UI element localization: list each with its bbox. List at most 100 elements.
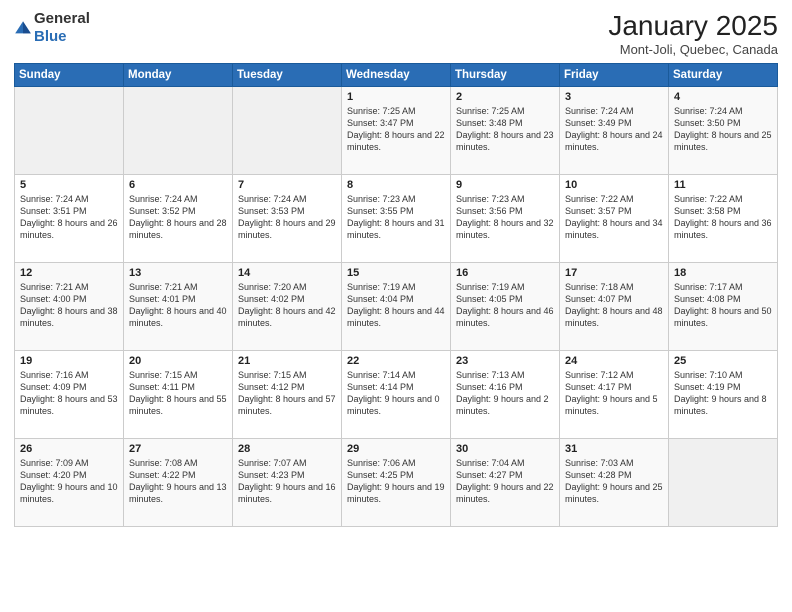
day-info: Sunrise: 7:10 AMSunset: 4:19 PMDaylight:… — [674, 369, 772, 418]
calendar-cell — [233, 87, 342, 175]
day-info: Sunrise: 7:24 AMSunset: 3:49 PMDaylight:… — [565, 105, 663, 154]
logo-general: General — [34, 10, 90, 27]
day-number: 4 — [674, 91, 772, 103]
day-number: 23 — [456, 355, 554, 367]
day-info: Sunrise: 7:18 AMSunset: 4:07 PMDaylight:… — [565, 281, 663, 330]
day-info: Sunrise: 7:07 AMSunset: 4:23 PMDaylight:… — [238, 457, 336, 506]
day-number: 18 — [674, 267, 772, 279]
calendar-cell: 10 Sunrise: 7:22 AMSunset: 3:57 PMDayligh… — [560, 175, 669, 263]
day-number: 29 — [347, 443, 445, 455]
day-number: 8 — [347, 179, 445, 191]
day-info: Sunrise: 7:24 AMSunset: 3:52 PMDaylight:… — [129, 193, 227, 242]
calendar-cell: 24Sunrise: 7:12 AMSunset: 4:17 PMDayligh… — [560, 351, 669, 439]
col-sunday: Sunday — [15, 64, 124, 87]
day-info: Sunrise: 7:08 AMSunset: 4:22 PMDaylight:… — [129, 457, 227, 506]
week-row-5: 26 Sunrise: 7:09 AMSunset: 4:20 PMDayligh… — [15, 439, 778, 527]
calendar-cell: 11 Sunrise: 7:22 AMSunset: 3:58 PMDayligh… — [669, 175, 778, 263]
week-row-2: 5 Sunrise: 7:24 AMSunset: 3:51 PMDaylight… — [15, 175, 778, 263]
day-number: 11 — [674, 179, 772, 191]
day-info: Sunrise: 7:23 AMSunset: 3:55 PMDaylight:… — [347, 193, 445, 242]
week-row-1: 1Sunrise: 7:25 AMSunset: 3:47 PMDaylight… — [15, 87, 778, 175]
day-number: 3 — [565, 91, 663, 103]
day-info: Sunrise: 7:04 AMSunset: 4:27 PMDaylight:… — [456, 457, 554, 506]
calendar-cell: 15 Sunrise: 7:19 AMSunset: 4:04 PMDayligh… — [342, 263, 451, 351]
day-number: 17 — [565, 267, 663, 279]
calendar-cell: 27 Sunrise: 7:08 AMSunset: 4:22 PMDayligh… — [124, 439, 233, 527]
day-number: 14 — [238, 267, 336, 279]
day-number: 20 — [129, 355, 227, 367]
day-number: 9 — [456, 179, 554, 191]
day-number: 30 — [456, 443, 554, 455]
day-number: 19 — [20, 355, 118, 367]
day-number: 2 — [456, 91, 554, 103]
day-info: Sunrise: 7:03 AMSunset: 4:28 PMDaylight:… — [565, 457, 663, 506]
calendar-cell: 23 Sunrise: 7:13 AMSunset: 4:16 PMDayligh… — [451, 351, 560, 439]
calendar-cell: 4 Sunrise: 7:24 AMSunset: 3:50 PMDaylight… — [669, 87, 778, 175]
calendar-cell: 7Sunrise: 7:24 AMSunset: 3:53 PMDaylight… — [233, 175, 342, 263]
calendar-cell: 30 Sunrise: 7:04 AMSunset: 4:27 PMDayligh… — [451, 439, 560, 527]
calendar-cell: 19 Sunrise: 7:16 AMSunset: 4:09 PMDayligh… — [15, 351, 124, 439]
calendar-cell: 16 Sunrise: 7:19 AMSunset: 4:05 PMDayligh… — [451, 263, 560, 351]
day-info: Sunrise: 7:25 AMSunset: 3:48 PMDaylight:… — [456, 105, 554, 154]
day-number: 25 — [674, 355, 772, 367]
day-info: Sunrise: 7:15 AMSunset: 4:11 PMDaylight:… — [129, 369, 227, 418]
day-number: 21 — [238, 355, 336, 367]
day-info: Sunrise: 7:21 AMSunset: 4:01 PMDaylight:… — [129, 281, 227, 330]
day-number: 6 — [129, 179, 227, 191]
day-number: 5 — [20, 179, 118, 191]
day-info: Sunrise: 7:24 AMSunset: 3:50 PMDaylight:… — [674, 105, 772, 154]
day-info: Sunrise: 7:16 AMSunset: 4:09 PMDaylight:… — [20, 369, 118, 418]
calendar-cell: 3 Sunrise: 7:24 AMSunset: 3:49 PMDaylight… — [560, 87, 669, 175]
day-number: 10 — [565, 179, 663, 191]
logo-blue: Blue — [34, 28, 67, 45]
calendar-cell: 28 Sunrise: 7:07 AMSunset: 4:23 PMDayligh… — [233, 439, 342, 527]
page-container: General Blue January 2025 Mont-Joli, Que… — [0, 0, 792, 535]
day-number: 12 — [20, 267, 118, 279]
day-number: 26 — [20, 443, 118, 455]
calendar-cell: 14Sunrise: 7:20 AMSunset: 4:02 PMDayligh… — [233, 263, 342, 351]
calendar-cell: 6 Sunrise: 7:24 AMSunset: 3:52 PMDaylight… — [124, 175, 233, 263]
day-info: Sunrise: 7:19 AMSunset: 4:05 PMDaylight:… — [456, 281, 554, 330]
day-info: Sunrise: 7:23 AMSunset: 3:56 PMDaylight:… — [456, 193, 554, 242]
day-info: Sunrise: 7:12 AMSunset: 4:17 PMDaylight:… — [565, 369, 663, 418]
calendar-cell: 12Sunrise: 7:21 AMSunset: 4:00 PMDayligh… — [15, 263, 124, 351]
calendar-table: Sunday Monday Tuesday Wednesday Thursday… — [14, 63, 778, 527]
calendar-cell — [669, 439, 778, 527]
day-info: Sunrise: 7:22 AMSunset: 3:58 PMDaylight:… — [674, 193, 772, 242]
logo-icon — [14, 19, 32, 37]
calendar-cell: 31Sunrise: 7:03 AMSunset: 4:28 PMDayligh… — [560, 439, 669, 527]
day-number: 13 — [129, 267, 227, 279]
calendar-cell — [15, 87, 124, 175]
day-number: 7 — [238, 179, 336, 191]
calendar-cell: 20 Sunrise: 7:15 AMSunset: 4:11 PMDayligh… — [124, 351, 233, 439]
col-thursday: Thursday — [451, 64, 560, 87]
col-wednesday: Wednesday — [342, 64, 451, 87]
month-year: January 2025 — [608, 10, 778, 42]
location: Mont-Joli, Quebec, Canada — [608, 42, 778, 57]
day-number: 16 — [456, 267, 554, 279]
day-number: 15 — [347, 267, 445, 279]
day-info: Sunrise: 7:25 AMSunset: 3:47 PMDaylight:… — [347, 105, 445, 154]
day-number: 28 — [238, 443, 336, 455]
day-info: Sunrise: 7:13 AMSunset: 4:16 PMDaylight:… — [456, 369, 554, 418]
day-info: Sunrise: 7:06 AMSunset: 4:25 PMDaylight:… — [347, 457, 445, 506]
day-info: Sunrise: 7:24 AMSunset: 3:51 PMDaylight:… — [20, 193, 118, 242]
day-number: 22 — [347, 355, 445, 367]
title-block: January 2025 Mont-Joli, Quebec, Canada — [608, 10, 778, 57]
calendar-cell: 21Sunrise: 7:15 AMSunset: 4:12 PMDayligh… — [233, 351, 342, 439]
calendar-cell: 13 Sunrise: 7:21 AMSunset: 4:01 PMDayligh… — [124, 263, 233, 351]
col-tuesday: Tuesday — [233, 64, 342, 87]
day-info: Sunrise: 7:09 AMSunset: 4:20 PMDaylight:… — [20, 457, 118, 506]
calendar-cell: 29 Sunrise: 7:06 AMSunset: 4:25 PMDayligh… — [342, 439, 451, 527]
logo-text: General Blue — [34, 10, 90, 46]
day-info: Sunrise: 7:19 AMSunset: 4:04 PMDaylight:… — [347, 281, 445, 330]
calendar-cell — [124, 87, 233, 175]
calendar-cell: 9 Sunrise: 7:23 AMSunset: 3:56 PMDaylight… — [451, 175, 560, 263]
day-info: Sunrise: 7:22 AMSunset: 3:57 PMDaylight:… — [565, 193, 663, 242]
logo: General Blue — [14, 10, 90, 46]
day-number: 27 — [129, 443, 227, 455]
calendar-cell: 5 Sunrise: 7:24 AMSunset: 3:51 PMDaylight… — [15, 175, 124, 263]
calendar-cell: 17 Sunrise: 7:18 AMSunset: 4:07 PMDayligh… — [560, 263, 669, 351]
calendar-cell: 25 Sunrise: 7:10 AMSunset: 4:19 PMDayligh… — [669, 351, 778, 439]
calendar-cell: 26 Sunrise: 7:09 AMSunset: 4:20 PMDayligh… — [15, 439, 124, 527]
